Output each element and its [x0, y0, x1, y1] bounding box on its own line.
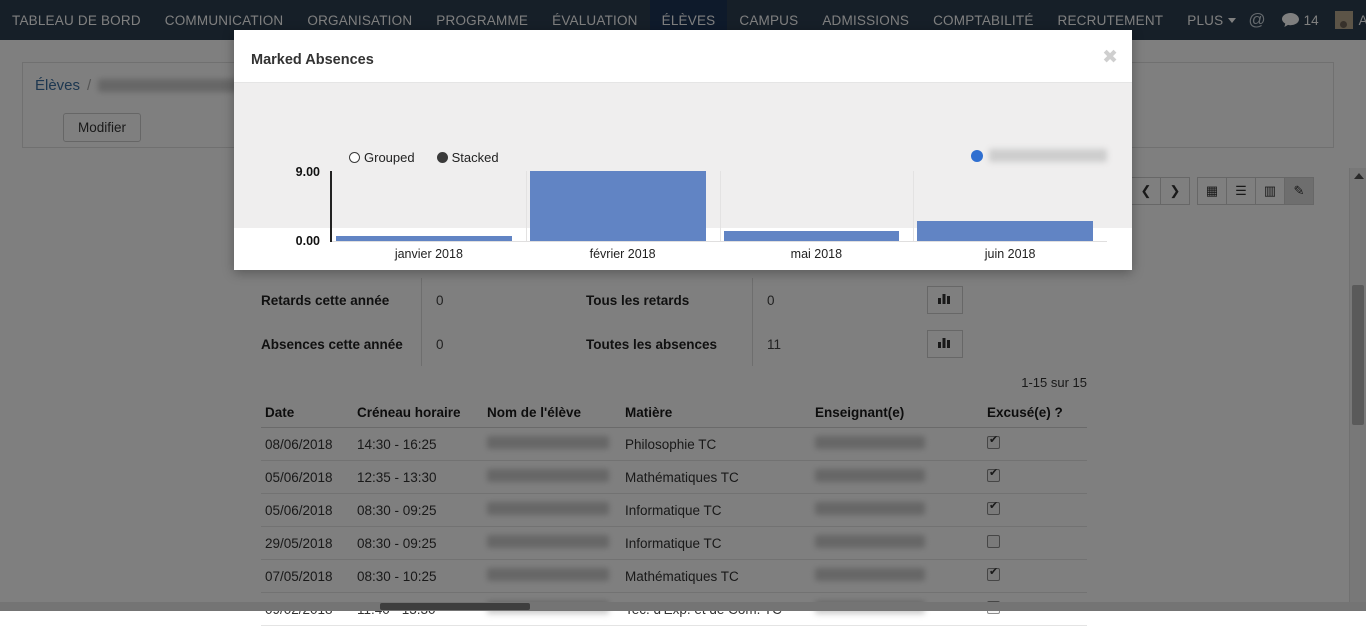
chart-gridline [720, 171, 721, 242]
chart-legend [971, 149, 1107, 162]
legend-color-swatch [971, 150, 983, 162]
chart-mode-radio-grouped[interactable]: Grouped [349, 150, 415, 165]
radio-icon [437, 152, 448, 163]
chart-bar[interactable] [530, 171, 706, 242]
marked-absences-modal: Marked Absences ✖ Grouped Stacked 9.00 0.… [234, 30, 1132, 270]
chart-gridline [526, 171, 527, 242]
y-axis-tick-max: 9.00 [234, 165, 320, 179]
x-axis-baseline [332, 241, 1107, 242]
close-icon[interactable]: ✖ [1102, 48, 1118, 67]
x-axis-tick-label: mai 2018 [720, 247, 914, 261]
x-axis-tick-label: juin 2018 [913, 247, 1107, 261]
chart-plot-area [332, 171, 1107, 242]
chart-bar[interactable] [917, 221, 1093, 242]
x-axis-tick-label: février 2018 [526, 247, 720, 261]
absences-bar-chart: GroupedStacked 9.00 0.00 janvier 2018fév… [234, 83, 1132, 228]
modal-body: GroupedStacked 9.00 0.00 janvier 2018fév… [234, 83, 1132, 228]
chart-gridline [913, 171, 914, 242]
radio-icon [349, 152, 360, 163]
legend-label-redacted [989, 149, 1107, 162]
chart-mode-radio-group: Grouped Stacked [349, 150, 499, 165]
x-axis-tick-label: janvier 2018 [332, 247, 526, 261]
y-axis-tick-min: 0.00 [234, 234, 320, 248]
modal-title: Marked Absences [251, 52, 374, 68]
modal-header: Marked Absences ✖ [234, 30, 1132, 83]
x-axis-labels: janvier 2018février 2018mai 2018juin 201… [332, 247, 1107, 261]
chart-mode-radio-stacked[interactable]: Stacked [437, 150, 499, 165]
radio-label: Stacked [452, 150, 499, 165]
radio-label: Grouped [364, 150, 415, 165]
